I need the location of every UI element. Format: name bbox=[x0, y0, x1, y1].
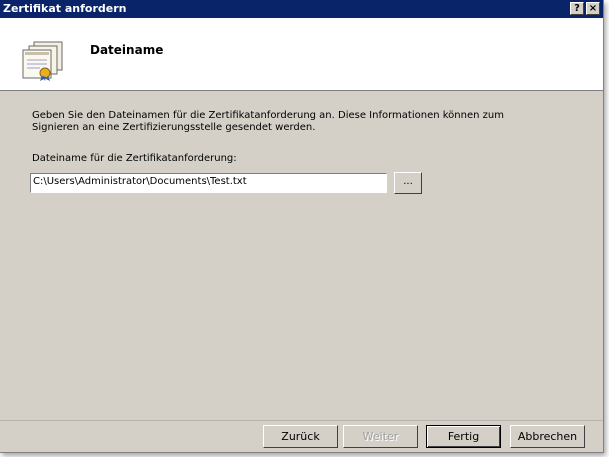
filename-input[interactable]: C:\Users\Administrator\Documents\Test.tx… bbox=[30, 173, 387, 193]
next-button[interactable]: Weiter bbox=[343, 425, 418, 448]
filename-label: Dateiname für die Zertifikatanforderung: bbox=[32, 153, 237, 164]
close-button[interactable]: × bbox=[586, 2, 600, 15]
description-line-2: Signieren an eine Zertifizierungsstelle … bbox=[32, 122, 316, 133]
window-title: Zertifikat anfordern bbox=[3, 2, 127, 15]
certificate-icon bbox=[20, 40, 64, 82]
page-title: Dateiname bbox=[90, 43, 164, 57]
back-button[interactable]: Zurück bbox=[263, 425, 338, 448]
cancel-button[interactable]: Abbrechen bbox=[510, 425, 585, 448]
browse-button[interactable]: ... bbox=[394, 172, 422, 194]
description-line-1: Geben Sie den Dateinamen für die Zertifi… bbox=[32, 110, 504, 121]
wizard-header: Dateiname bbox=[0, 18, 603, 91]
help-button[interactable]: ? bbox=[570, 2, 584, 15]
certificate-request-dialog: Zertifikat anfordern ? × Dateiname Geben… bbox=[0, 0, 604, 453]
finish-button[interactable]: Fertig bbox=[426, 425, 501, 448]
title-bar[interactable]: Zertifikat anfordern ? × bbox=[0, 0, 603, 18]
footer-separator bbox=[0, 420, 603, 421]
